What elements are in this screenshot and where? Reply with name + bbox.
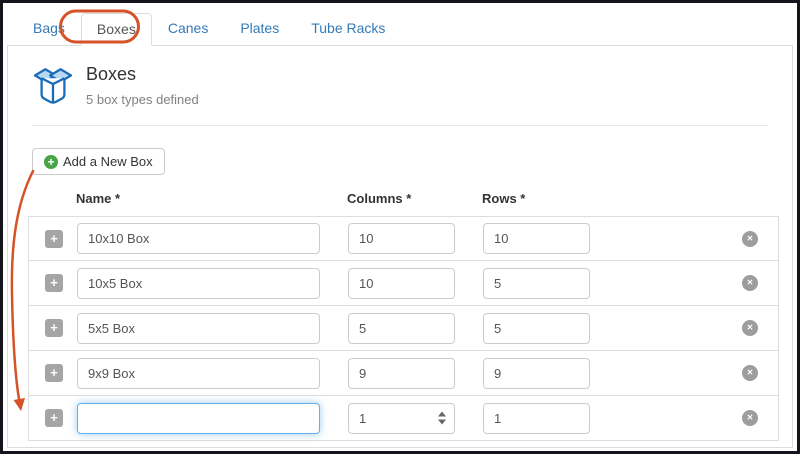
tab-tube-racks[interactable]: Tube Racks <box>295 12 401 45</box>
number-stepper[interactable] <box>438 412 446 425</box>
add-new-box-button[interactable]: + Add a New Box <box>32 148 165 175</box>
box-rows-input[interactable] <box>483 268 590 299</box>
column-header-rows: Rows * <box>482 191 525 206</box>
table-row: + ✕ <box>28 306 779 351</box>
box-name-input[interactable] <box>77 313 320 344</box>
add-new-box-label: Add a New Box <box>63 154 153 169</box>
panel-header-text: Boxes 5 box types defined <box>86 62 199 107</box>
table-row: + ✕ <box>28 396 779 441</box>
box-columns-field <box>348 358 455 389</box>
expand-row-plus-icon[interactable]: + <box>45 409 63 427</box>
table-header-row: Name * Columns * Rows * <box>28 191 792 207</box>
delete-row-icon[interactable]: ✕ <box>742 275 758 291</box>
box-columns-field <box>348 223 455 254</box>
header-divider <box>32 125 768 126</box>
box-rows-field <box>483 403 590 434</box>
open-box-icon <box>34 62 72 106</box>
expand-row-plus-icon[interactable]: + <box>45 319 63 337</box>
delete-row-icon[interactable]: ✕ <box>742 231 758 247</box>
box-rows-field <box>483 268 590 299</box>
column-header-name: Name * <box>76 191 120 206</box>
box-columns-input[interactable] <box>348 268 455 299</box>
box-name-input[interactable] <box>77 403 320 434</box>
box-name-input[interactable] <box>77 358 320 389</box>
box-columns-field <box>348 403 455 434</box>
box-rows-input[interactable] <box>483 358 590 389</box>
box-rows-input[interactable] <box>483 313 590 344</box>
box-rows-input[interactable] <box>483 403 590 434</box>
tab-canes[interactable]: Canes <box>152 12 224 45</box>
box-rows-field <box>483 358 590 389</box>
box-count-text: 5 box types defined <box>86 92 199 107</box>
column-header-columns: Columns * <box>347 191 411 206</box>
table-row: + ✕ <box>28 351 779 396</box>
box-columns-input[interactable] <box>348 358 455 389</box>
box-name-input[interactable] <box>77 223 320 254</box>
box-columns-field <box>348 313 455 344</box>
boxes-panel: Boxes 5 box types defined + Add a New Bo… <box>7 46 793 448</box>
box-rows-input[interactable] <box>483 223 590 254</box>
delete-row-icon[interactable]: ✕ <box>742 410 758 426</box>
box-rows-field <box>483 313 590 344</box>
tab-bags[interactable]: Bags <box>17 12 81 45</box>
expand-row-plus-icon[interactable]: + <box>45 274 63 292</box>
expand-row-plus-icon[interactable]: + <box>45 230 63 248</box>
tab-boxes[interactable]: Boxes <box>81 13 152 46</box>
box-rows-field <box>483 223 590 254</box>
table-row: + ✕ <box>28 261 779 306</box>
page-title: Boxes <box>86 62 199 85</box>
expand-row-plus-icon[interactable]: + <box>45 364 63 382</box>
box-types-table: + ✕ + ✕ + ✕ + <box>28 216 779 441</box>
table-row: + ✕ <box>28 216 779 261</box>
panel-header: Boxes 5 box types defined <box>8 46 792 107</box>
box-columns-input[interactable] <box>348 313 455 344</box>
delete-row-icon[interactable]: ✕ <box>742 365 758 381</box>
tab-plates[interactable]: Plates <box>224 12 295 45</box>
box-columns-field <box>348 268 455 299</box>
box-name-input[interactable] <box>77 268 320 299</box>
box-columns-input[interactable] <box>348 223 455 254</box>
tab-bar: Bags Boxes Canes Plates Tube Racks <box>7 12 793 46</box>
delete-row-icon[interactable]: ✕ <box>742 320 758 336</box>
plus-circle-icon: + <box>44 155 58 169</box>
